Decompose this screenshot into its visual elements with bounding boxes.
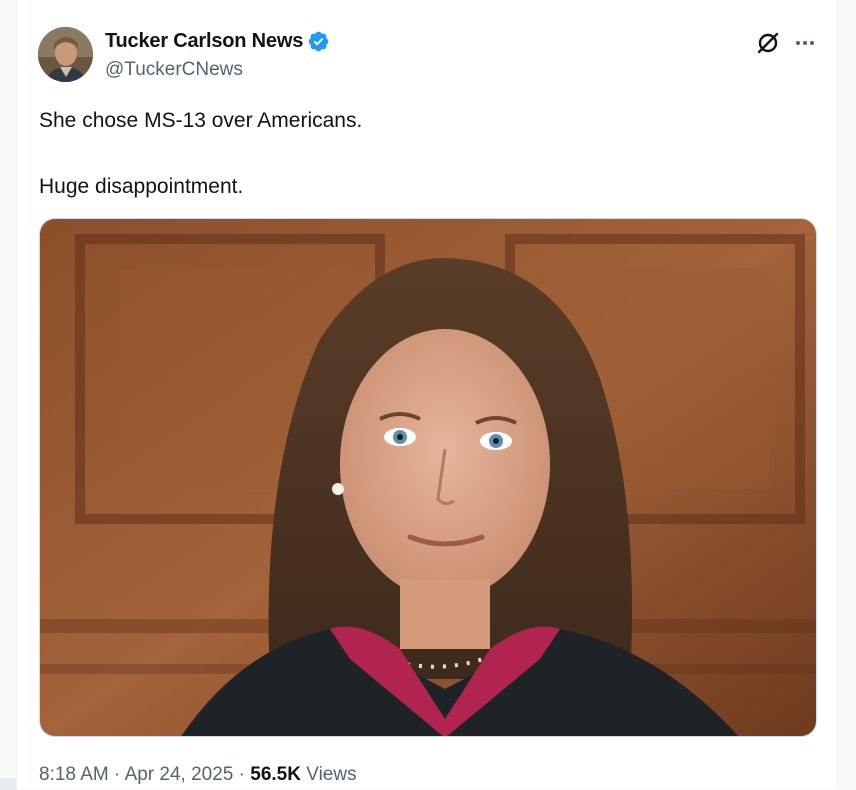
grok-icon[interactable]	[755, 30, 781, 56]
tweet-time[interactable]: 8:18 AM	[39, 764, 109, 785]
tweet-text: She chose MS-13 over Americans. Huge dis…	[39, 104, 799, 203]
tweet-meta: 8:18 AM · Apr 24, 2025 · 56.5K Views	[39, 764, 357, 786]
meta-separator: ·	[238, 764, 245, 785]
verified-badge-icon	[308, 31, 329, 52]
tweet-card: Tucker Carlson News @TuckerCNews She cho…	[16, 0, 838, 789]
author-name-row[interactable]: Tucker Carlson News	[105, 30, 330, 53]
views-count[interactable]: 56.5K	[250, 764, 301, 785]
views-label[interactable]: Views	[306, 764, 356, 785]
author-name[interactable]: Tucker Carlson News	[105, 30, 303, 53]
meta-separator: ·	[114, 764, 121, 785]
author-handle[interactable]: @TuckerCNews	[105, 59, 243, 81]
tweet-photo[interactable]	[39, 218, 817, 737]
tweet-line: Huge disappointment.	[39, 175, 244, 198]
tweet-line: She chose MS-13 over Americans.	[39, 109, 363, 132]
portrait-photo	[40, 219, 816, 736]
avatar[interactable]	[38, 27, 93, 82]
more-icon[interactable]	[792, 30, 818, 56]
avatar-image	[38, 27, 93, 82]
tweet-date[interactable]: Apr 24, 2025	[125, 764, 234, 785]
